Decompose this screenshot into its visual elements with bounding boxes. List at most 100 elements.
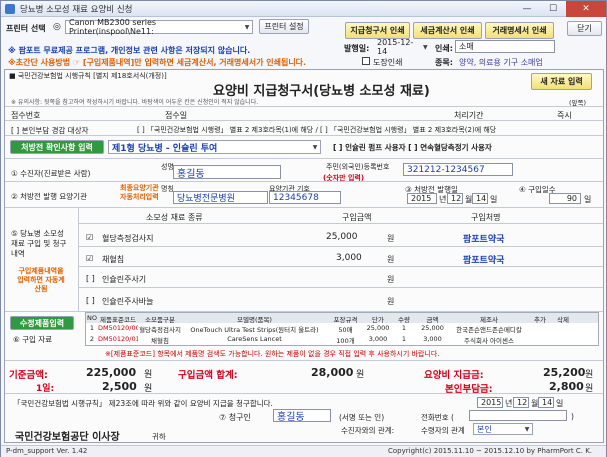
item-checkbox[interactable]: [ ] — [86, 296, 95, 305]
printer-setup-button[interactable]: 프린터 설정 — [259, 19, 309, 34]
product-cell: DM50120/0021 — [98, 324, 138, 332]
new-entry-button[interactable]: 새 자료 입력 — [531, 73, 592, 90]
total-value: 28,000 — [311, 366, 354, 379]
dojang-label: 도장인쇄 — [373, 58, 403, 67]
close-button[interactable]: 닫기 — [567, 21, 602, 36]
total-unit: 원 — [356, 370, 365, 380]
print-tax-invoice-button[interactable]: 세금계산서 인쇄 — [413, 22, 482, 39]
item-name: 혈당측정검사지 — [102, 234, 154, 243]
day-unit: 일 — [556, 399, 564, 408]
auto-hint: 최종요양기관 자동처리입력 — [120, 184, 159, 201]
item-name: 인슐린주사바늘 — [102, 297, 154, 306]
self-pay-value: 2,800 — [549, 380, 584, 393]
print-claim-button[interactable]: 지급청구서 인쇄 — [345, 22, 410, 39]
product-cell: 2 — [89, 335, 95, 343]
product-cell: OneTouch Ultra Test Strips(원터치 울트라) — [190, 326, 319, 334]
year-unit: 년 — [439, 195, 447, 204]
applicant-name-input[interactable]: 홍길동 — [273, 409, 331, 423]
maximize-button[interactable]: ☐ — [540, 1, 566, 17]
kind-header: 소모성 재료 종류 — [146, 213, 203, 222]
item-name: 채혈침 — [102, 255, 125, 264]
product-cell: 100개 — [336, 337, 355, 345]
rrn-label: 주민(외국인)등록번호 — [326, 163, 390, 171]
product-header-cell: NO — [87, 314, 97, 322]
notice-usage: ※초간단 사용방법 ☞ [구입제품내역]만 입력하면 세금계산서, 거래명세서가… — [8, 58, 307, 67]
product-footer-note: ※[제품표준코드] 항목에서 제품명 검색도 가능합니다. 원하는 제품이 없을… — [105, 350, 440, 358]
category-value: 양약, 의료용 기구 소매업 — [459, 58, 543, 67]
law-category[interactable]: [ ] 「국민건강보험법 시행령」 별표 2 제3호라목(1)에 해당 / [ … — [137, 125, 496, 135]
phone-input[interactable] — [469, 410, 567, 421]
issue-month[interactable]: 12 — [447, 193, 463, 204]
prescription-entry-button[interactable]: 처방전 확인사항 입력 — [10, 140, 104, 154]
minimize-button[interactable]: — — [514, 1, 540, 17]
chevron-down-icon: ▼ — [312, 143, 318, 151]
hospital-name-label: 명칭 — [161, 185, 174, 193]
recipient-suffix: 귀하 — [152, 432, 166, 441]
year-unit: 년 — [505, 399, 513, 408]
category-label: 종목: — [435, 58, 453, 67]
rrn-input[interactable]: 321212-1234567 — [403, 163, 513, 176]
product-header-cell: 소모품구분 — [145, 316, 175, 324]
product-header-cell: 금액 — [426, 316, 439, 324]
patient-type-select[interactable]: 제1형 당뇨병 - 인슐린 투여 ▼ — [108, 140, 321, 154]
printer-radio-icon[interactable]: ◎ — [53, 22, 61, 32]
item-place[interactable]: 팜포트약국 — [463, 232, 504, 245]
product-cell: CareSens Lancet — [227, 335, 282, 343]
item-checkbox[interactable]: ☑ — [86, 254, 93, 263]
product-cell: 3,000 — [423, 335, 442, 343]
name-input[interactable]: 홍길동 — [173, 165, 281, 180]
relation-select[interactable]: 본인 ▼ — [473, 423, 533, 435]
recipient: 국민건강보험공단 이사장 — [15, 432, 120, 443]
daily-value: 2,500 — [102, 380, 137, 393]
stamp-field[interactable]: 소매 — [455, 40, 555, 53]
product-entry-button[interactable]: 수정제품입력 — [10, 316, 74, 330]
app-window: 당뇨병 소모성 재료 요양비 신청 — ☐ ✕ 프린터 선택 ◎ Canon M… — [0, 0, 607, 457]
days-input[interactable]: 90 — [549, 193, 581, 204]
product-cell: 1 — [89, 324, 95, 332]
auto-calc-hint: 구입제품내역을 입력하면 자동계산됨 — [17, 267, 65, 293]
patient-label: ① 수진자(진료받은 사람) — [11, 169, 91, 178]
base-amount-label: 기준금액: — [9, 370, 48, 381]
base-amount-unit: 원 — [144, 370, 153, 380]
copyright-text: Copyright(c) 2015.11.10 ~ 2015.12.10 by … — [388, 447, 593, 455]
printer-label: 프린터 선택 — [6, 24, 46, 33]
hospital-name-input[interactable]: 당뇨병전문병원 — [173, 191, 268, 204]
total-label: 구입금액 합계: — [178, 370, 238, 381]
issue-day[interactable]: 14 — [472, 193, 488, 204]
item-amount[interactable]: 3,000 — [336, 253, 362, 263]
product-cell: 25,000 — [421, 324, 444, 332]
sign-year[interactable]: 2015 — [477, 397, 503, 408]
sign-month[interactable]: 12 — [513, 397, 529, 408]
item-amount[interactable]: 25,000 — [326, 232, 358, 242]
phone-close: ) — [571, 412, 574, 421]
product-cell: 혈당측정검사지 — [139, 326, 181, 334]
product-cell: 25,000 — [366, 324, 390, 332]
item-place[interactable]: 팜포트약국 — [463, 253, 504, 266]
version-text: P-dm_support Ver. 1.42 — [6, 447, 88, 455]
item-unit: 원 — [387, 275, 395, 284]
printer-select[interactable]: Canon MB2300 series Printer(inspool\Ne11… — [65, 18, 253, 36]
product-header-cell: 모델명(품목) — [237, 316, 272, 324]
chevron-down-icon: ▼ — [524, 425, 530, 433]
day-unit: 일 — [490, 195, 498, 204]
title-bar: 당뇨병 소모성 재료 요양비 신청 — ☐ ✕ — [1, 0, 606, 17]
product-cell: 1 — [401, 324, 407, 332]
item-checkbox[interactable]: [ ] — [86, 274, 95, 283]
phone-label: 전화번호 ( — [421, 413, 454, 422]
relation-label: 수진자와의 관계: — [341, 426, 395, 435]
print-trade-statement-button[interactable]: 거래명세서 인쇄 — [485, 22, 554, 39]
issue-year[interactable]: 2015 — [407, 193, 437, 204]
insulin-options[interactable]: [ ] 인슐린 펌프 사용자 [ ] 연속혈당측정기 사용자 — [333, 142, 492, 153]
close-window-button[interactable]: ✕ — [566, 0, 606, 17]
product-header-cell: 단가 — [372, 316, 384, 324]
sign-day[interactable]: 14 — [538, 397, 554, 408]
product-cell: 50매 — [338, 326, 353, 334]
issue-date-picker[interactable]: 2015-12-14 ▼ — [374, 38, 430, 56]
dojang-checkbox[interactable] — [362, 57, 370, 65]
item-checkbox[interactable]: ☑ — [86, 233, 93, 242]
issue-date-label: 발행일: — [344, 44, 370, 53]
item-name: 인슐린주사기 — [102, 275, 147, 284]
product-header-cell: 수량 — [398, 316, 410, 324]
days-unit: 일 — [584, 195, 592, 204]
hospital-code-input[interactable]: 12345678 — [269, 191, 341, 204]
